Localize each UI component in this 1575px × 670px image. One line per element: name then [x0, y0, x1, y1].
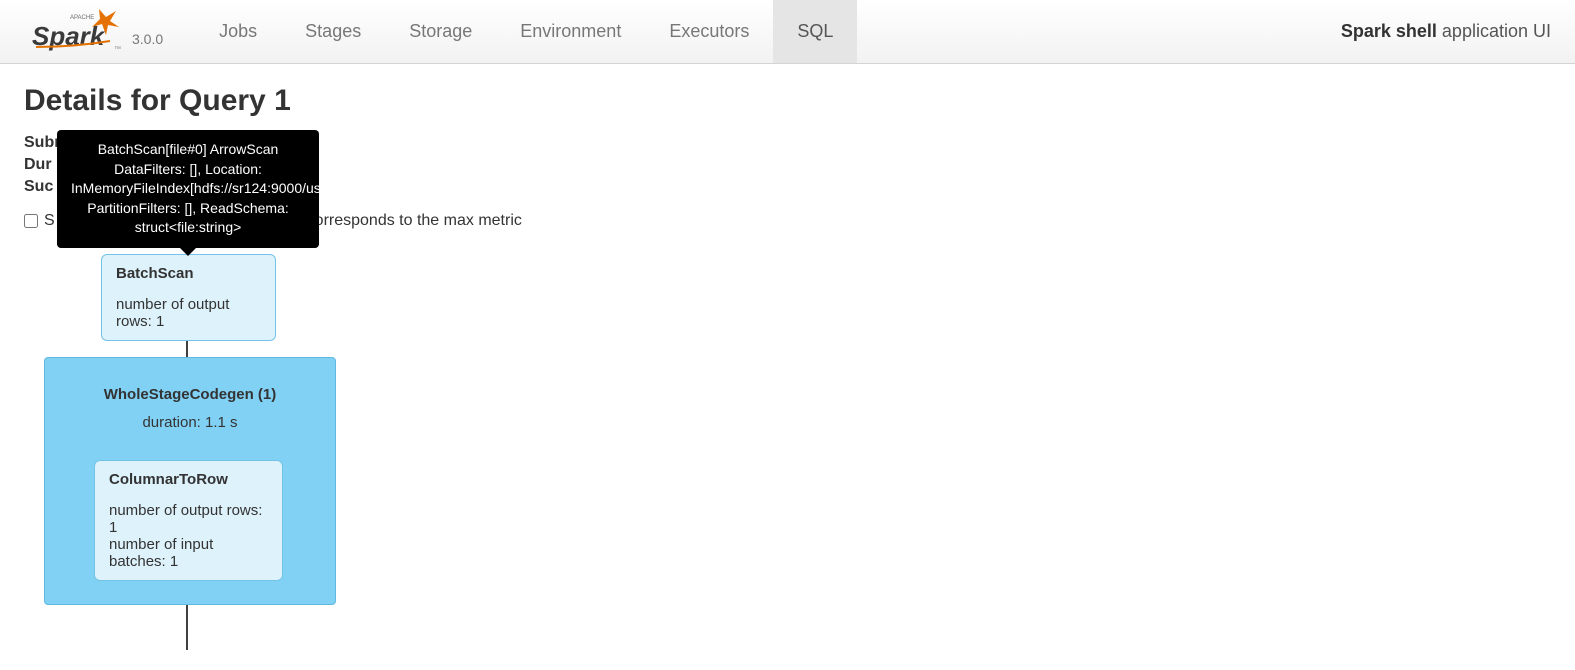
nav-tab-environment[interactable]: Environment	[496, 0, 645, 63]
node-batchscan-title: BatchScan	[116, 265, 261, 282]
spark-logo: APACHE Spark ™	[24, 7, 124, 57]
node-columnar-metric1: number of output rows: 1	[109, 502, 268, 536]
node-columnartorow[interactable]: ColumnarToRow number of output rows: 1 n…	[94, 460, 283, 581]
nav-tab-executors[interactable]: Executors	[645, 0, 773, 63]
node-columnar-title: ColumnarToRow	[109, 471, 268, 488]
duration-label: Dur	[24, 156, 52, 173]
app-title: Spark shell application UI	[1341, 21, 1551, 42]
nav-tab-stages[interactable]: Stages	[281, 0, 385, 63]
nav-tab-jobs[interactable]: Jobs	[195, 0, 281, 63]
cluster-wsc-title: WholeStageCodegen (1)	[45, 386, 335, 403]
app-ui-suffix: application UI	[1442, 21, 1551, 41]
nav-tab-storage[interactable]: Storage	[385, 0, 496, 63]
brand[interactable]: APACHE Spark ™ 3.0.0	[24, 7, 163, 57]
svg-text:™: ™	[114, 46, 121, 53]
metric-checkbox[interactable]	[24, 214, 38, 228]
top-navbar: APACHE Spark ™ 3.0.0 Jobs Stages Storage…	[0, 0, 1575, 64]
node-batchscan[interactable]: BatchScan number of output rows: 1	[101, 254, 276, 341]
nav-tabs: Jobs Stages Storage Environment Executor…	[195, 0, 857, 63]
node-batchscan-metric1: number of output rows: 1	[116, 296, 261, 330]
cluster-wsc-subtitle: duration: 1.1 s	[45, 414, 335, 431]
checkbox-label-prefix: S	[44, 212, 55, 230]
node-columnar-metric2: number of input batches: 1	[109, 536, 268, 570]
success-label: Suc	[24, 178, 53, 195]
checkbox-label-suffix: corresponds to the max metric	[307, 212, 522, 230]
dag-viz[interactable]: BatchScan number of output rows: 1 Whole…	[24, 250, 424, 650]
page-title: Details for Query 1	[24, 84, 1551, 118]
node-tooltip: BatchScan[file#0] ArrowScan DataFilters:…	[57, 130, 319, 248]
spark-version: 3.0.0	[132, 31, 163, 47]
app-name: Spark shell	[1341, 21, 1437, 41]
nav-tab-sql[interactable]: SQL	[773, 0, 857, 63]
